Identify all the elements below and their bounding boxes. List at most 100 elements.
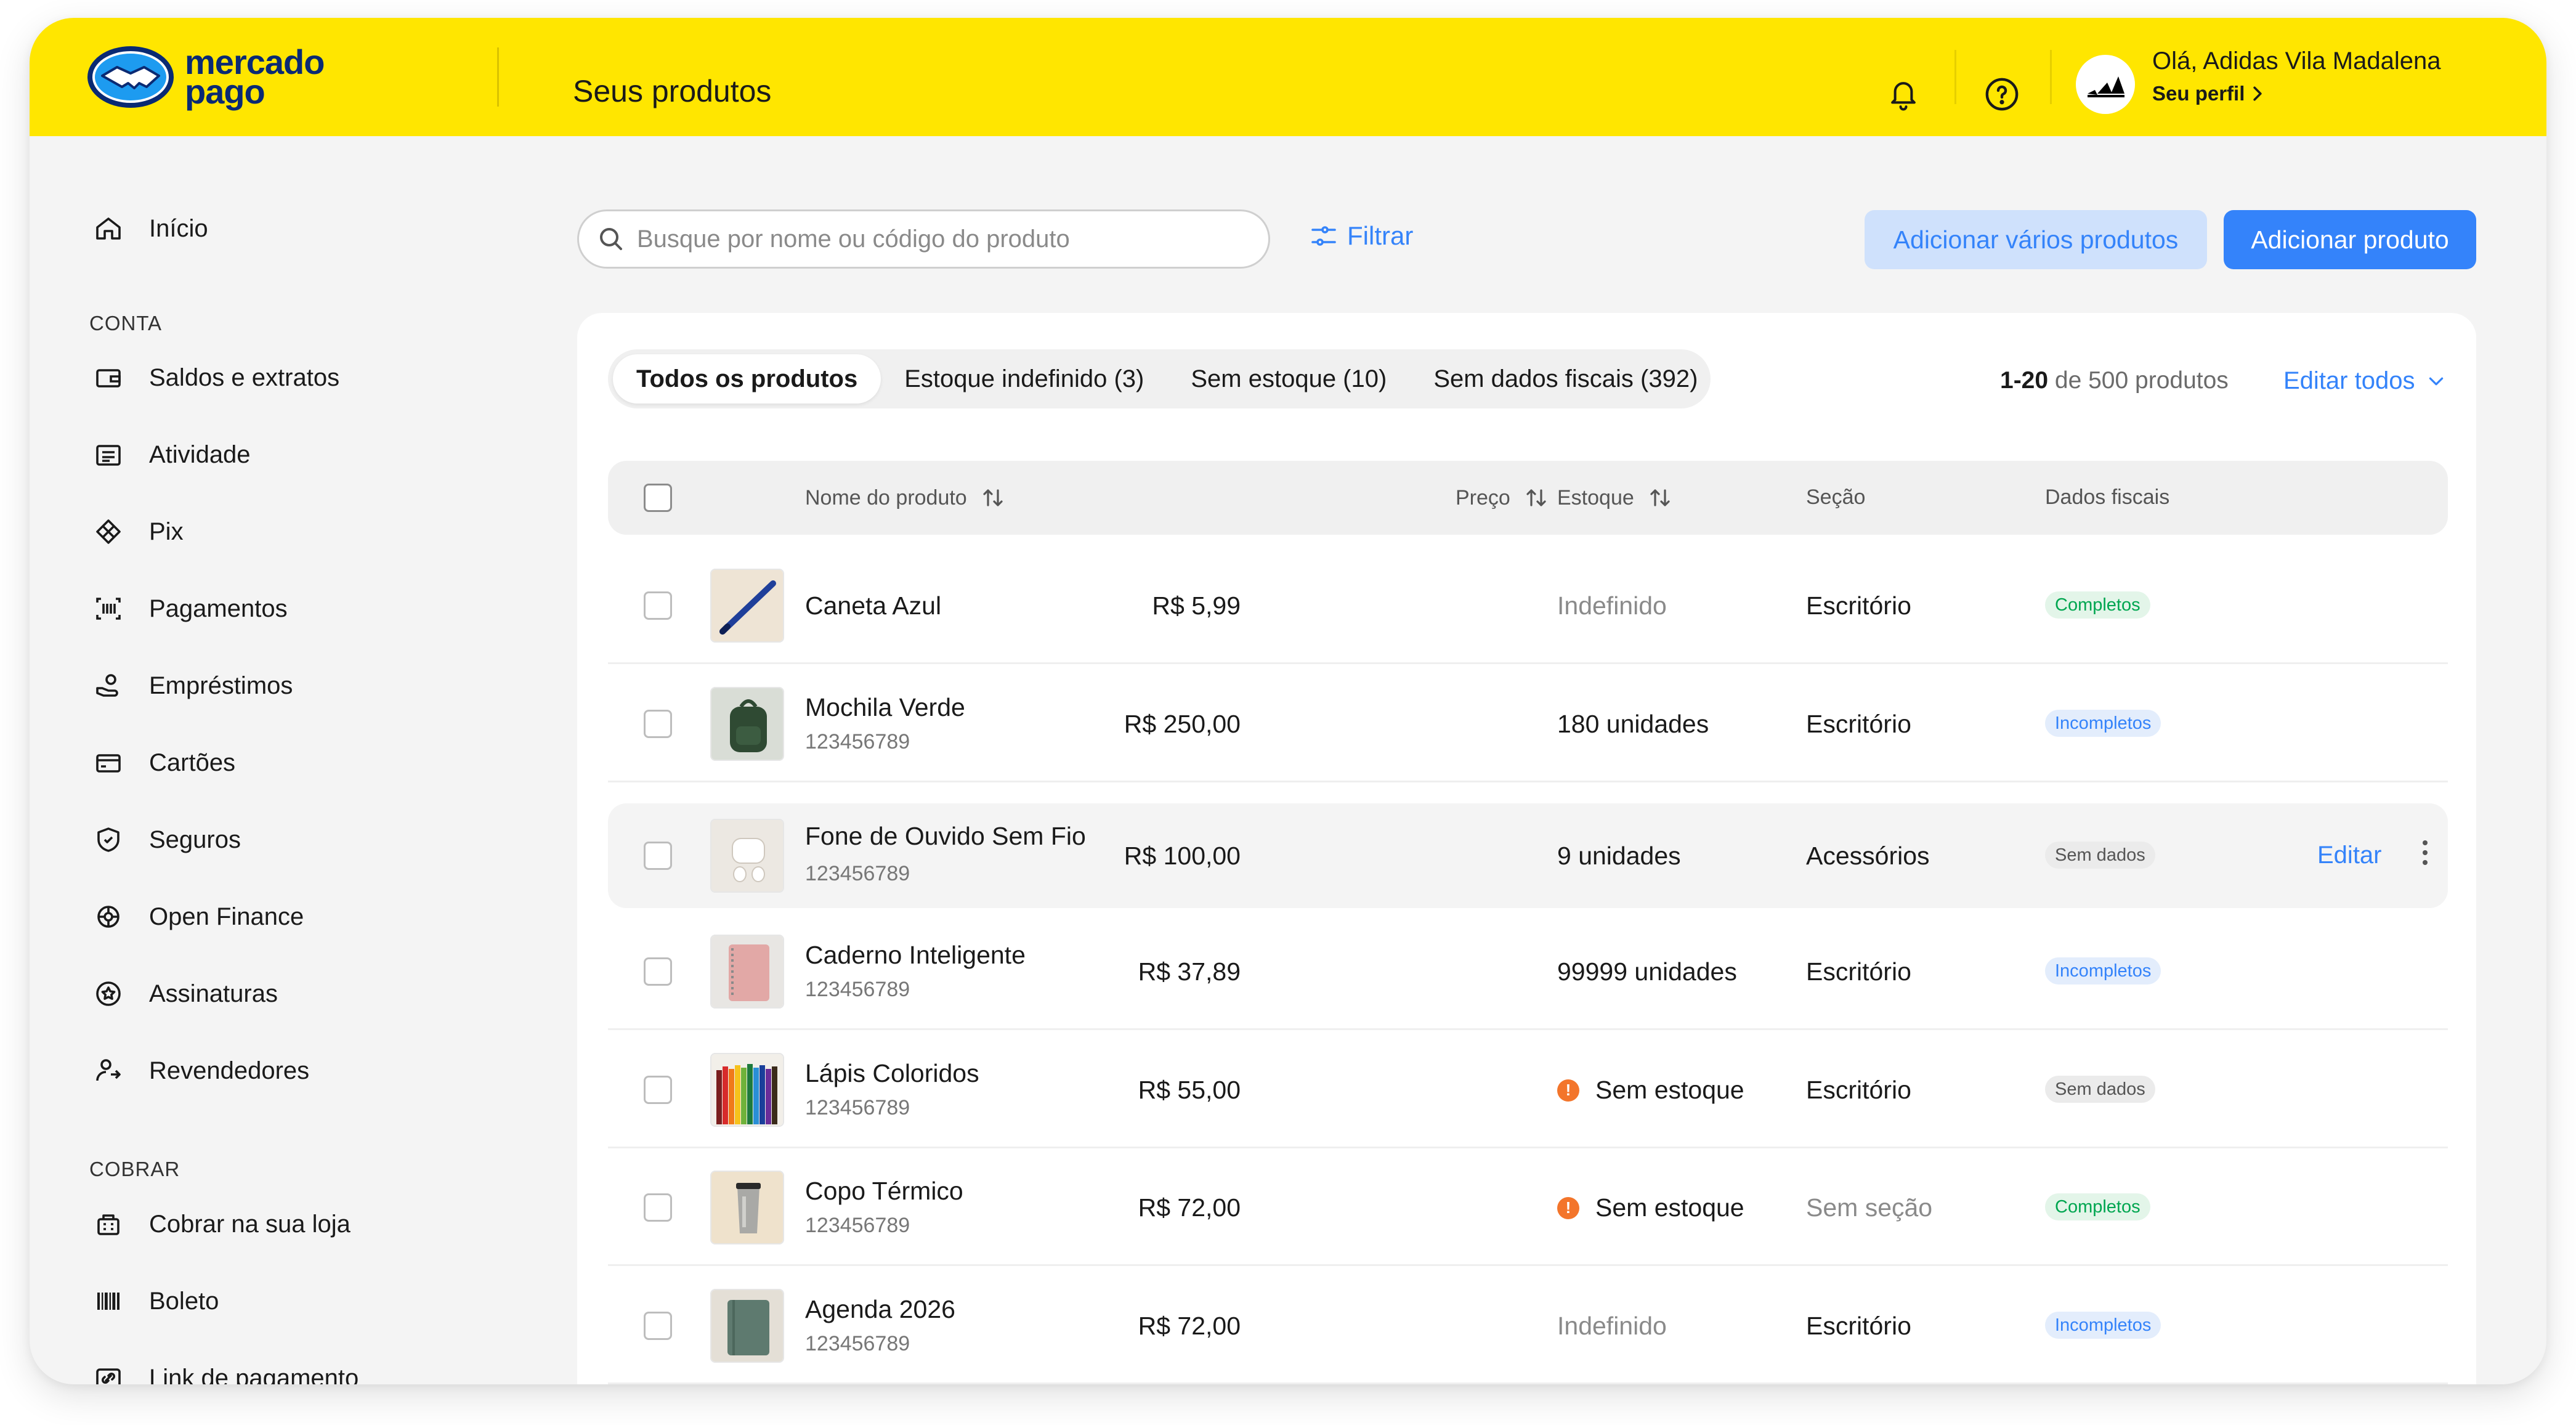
resellers-icon <box>90 1052 127 1089</box>
range-value: 1-20 <box>2000 367 2049 394</box>
row-checkbox[interactable] <box>644 710 672 738</box>
product-section: Escritório <box>1806 1312 1911 1340</box>
product-code: 123456789 <box>805 1214 910 1237</box>
sidebar-item-link-pagamento[interactable]: Link de pagamento <box>90 1356 358 1384</box>
sidebar-item-assinaturas[interactable]: Assinaturas <box>90 972 278 1016</box>
products-card: Todos os produtos Estoque indefinido (3)… <box>577 313 2476 1384</box>
product-thumbnail-earbuds <box>710 819 784 893</box>
row-checkbox[interactable] <box>644 1312 672 1340</box>
row-checkbox[interactable] <box>644 591 672 620</box>
column-header-fiscal: Dados fiscais <box>2045 485 2169 510</box>
product-thumbnail-notebook <box>710 935 784 1009</box>
column-label: Nome do produto <box>805 485 967 510</box>
table-row[interactable]: Mochila Verde 123456789 R$ 250,00 180 un… <box>608 665 2448 782</box>
sidebar-item-revendedores[interactable]: Revendedores <box>90 1049 309 1093</box>
table-row[interactable]: Caneta Azul R$ 5,99 Indefinido Escritóri… <box>608 547 2448 664</box>
stock-label: Indefinido <box>1557 1312 1667 1340</box>
header-separator <box>2050 50 2052 104</box>
table-row[interactable]: Fone de Ouvido Sem Fio 123456789 R$ 100,… <box>608 803 2448 908</box>
add-product-button[interactable]: Adicionar produto <box>2224 210 2476 269</box>
list-icon <box>90 436 127 473</box>
row-checkbox[interactable] <box>644 842 672 870</box>
sidebar-item-cartoes[interactable]: Cartões <box>90 741 235 785</box>
search-input[interactable] <box>637 225 1191 253</box>
sidebar-item-boleto[interactable]: Boleto <box>90 1279 219 1323</box>
select-all-checkbox[interactable] <box>644 484 672 512</box>
product-name: Lápis Coloridos <box>805 1059 979 1087</box>
row-checkbox[interactable] <box>644 957 672 986</box>
more-options-icon[interactable] <box>2419 840 2431 865</box>
product-thumbnail-backpack <box>710 687 784 761</box>
product-price: R$ 72,00 <box>1138 1193 1241 1222</box>
greeting-text: Olá, Adidas Vila Madalena <box>2152 47 2441 75</box>
product-price: R$ 37,89 <box>1138 957 1241 986</box>
filter-tabs: Todos os produtos Estoque indefinido (3)… <box>608 349 1711 408</box>
sidebar-item-pix[interactable]: Pix <box>90 510 184 554</box>
mercado-pago-logo[interactable]: mercado pago <box>85 43 325 112</box>
fiscal-status-badge: Incompletos <box>2045 1312 2161 1339</box>
product-stock: Indefinido <box>1557 1312 1667 1341</box>
tab-no-fiscal-data[interactable]: Sem dados fiscais (392) <box>1410 354 1721 404</box>
filter-sliders-icon <box>1311 226 1336 246</box>
help-icon[interactable] <box>1983 76 2020 113</box>
tab-undefined-stock[interactable]: Estoque indefinido (3) <box>881 354 1167 404</box>
add-many-products-button[interactable]: Adicionar vários produtos <box>1865 210 2207 269</box>
row-checkbox[interactable] <box>644 1076 672 1104</box>
sidebar-item-atividade[interactable]: Atividade <box>90 432 251 477</box>
sidebar-item-label: Boleto <box>149 1287 219 1315</box>
sidebar-item-open-finance[interactable]: Open Finance <box>90 895 304 939</box>
bell-icon[interactable] <box>1885 76 1922 113</box>
open-finance-icon <box>90 898 127 935</box>
row-edit-link[interactable]: Editar <box>2317 842 2382 869</box>
product-name: Fone de Ouvido Sem Fio <box>805 822 1086 850</box>
table-row[interactable]: Lápis Coloridos 123456789 R$ 55,00 ! Sem… <box>608 1031 2448 1148</box>
pix-icon <box>90 513 127 550</box>
stock-label: Sem estoque <box>1595 1193 1744 1222</box>
table-row[interactable]: Agenda 2026 123456789 R$ 72,00 Indefinid… <box>608 1267 2448 1384</box>
stock-label: Sem estoque <box>1595 1076 1744 1104</box>
sidebar-item-label: Cobrar na sua loja <box>149 1210 350 1238</box>
sidebar-item-inicio[interactable]: Início <box>90 206 208 251</box>
product-name: Copo Térmico <box>805 1177 963 1205</box>
adidas-avatar[interactable] <box>2076 55 2135 114</box>
shield-icon <box>90 821 127 858</box>
profile-link-label: Seu perfil <box>2152 82 2245 105</box>
fiscal-status-badge: Completos <box>2045 1193 2150 1220</box>
stock-label: 180 unidades <box>1557 710 1709 738</box>
product-stock: 99999 unidades <box>1557 957 1737 986</box>
column-header-stock[interactable]: Estoque <box>1557 485 1672 510</box>
filter-button[interactable]: Filtrar <box>1309 221 1413 251</box>
sort-icon <box>983 489 1003 506</box>
tab-out-of-stock[interactable]: Sem estoque (10) <box>1167 354 1410 404</box>
sidebar-item-seguros[interactable]: Seguros <box>90 818 241 862</box>
profile-link[interactable]: Seu perfil <box>2152 82 2263 105</box>
sidebar-item-saldos[interactable]: Saldos e extratos <box>90 355 339 400</box>
fiscal-status-badge: Incompletos <box>2045 710 2161 737</box>
filter-label: Filtrar <box>1347 221 1414 250</box>
product-price: R$ 100,00 <box>1124 842 1241 870</box>
sidebar-item-label: Atividade <box>149 440 251 468</box>
sidebar-item-pagamentos[interactable]: Pagamentos <box>90 587 288 631</box>
product-section: Escritório <box>1806 957 1911 986</box>
column-header-price[interactable]: Preço <box>1456 485 1549 510</box>
fiscal-status-badge: Sem dados <box>2045 1076 2155 1103</box>
tab-all-products[interactable]: Todos os produtos <box>613 354 881 404</box>
table-row[interactable]: Caderno Inteligente 123456789 R$ 37,89 9… <box>608 913 2448 1030</box>
row-checkbox[interactable] <box>644 1193 672 1222</box>
product-name: Caderno Inteligente <box>805 941 1026 969</box>
search-box[interactable] <box>577 209 1270 269</box>
edit-all-dropdown[interactable]: Editar todos <box>2283 367 2444 395</box>
handshake-logo-icon <box>87 46 174 108</box>
sort-icon <box>1650 489 1670 506</box>
store-icon <box>90 1206 127 1243</box>
header-separator <box>1954 50 1956 104</box>
stock-label: 99999 unidades <box>1557 957 1737 986</box>
column-header-name[interactable]: Nome do produto <box>805 485 1005 510</box>
product-stock: Indefinido <box>1557 591 1667 620</box>
sidebar-item-label: Pagamentos <box>149 595 288 622</box>
fiscal-status-badge: Incompletos <box>2045 957 2161 985</box>
sidebar-item-emprestimos[interactable]: Empréstimos <box>90 664 293 708</box>
sidebar-item-cobrar-loja[interactable]: Cobrar na sua loja <box>90 1202 350 1246</box>
stock-label: Indefinido <box>1557 591 1667 620</box>
table-row[interactable]: Copo Térmico 123456789 R$ 72,00 ! Sem es… <box>608 1149 2448 1266</box>
